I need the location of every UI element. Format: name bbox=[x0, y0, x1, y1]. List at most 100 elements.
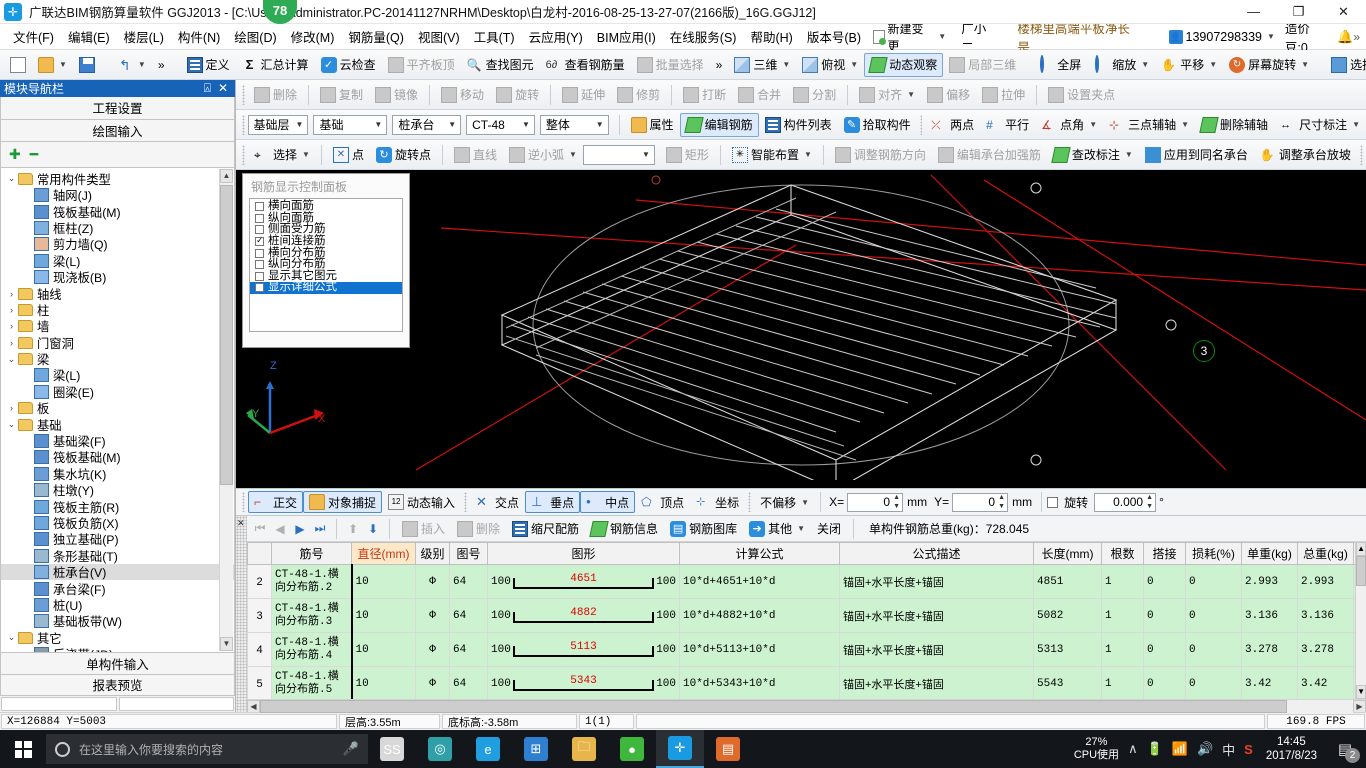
microphone-icon[interactable]: 🎤 bbox=[343, 741, 359, 757]
tree-expander-icon[interactable]: ⌄ bbox=[5, 419, 18, 430]
tree-item-圈梁E[interactable]: 圈梁(E) bbox=[1, 384, 234, 400]
th-formula-desc[interactable]: 公式描述 bbox=[839, 542, 1034, 565]
toolbar-grip[interactable] bbox=[464, 492, 468, 512]
tree-item-梁L[interactable]: 梁(L) bbox=[1, 253, 234, 269]
check-annotation-button[interactable]: 查改标注 ▼ bbox=[1047, 143, 1139, 167]
cell-lap[interactable]: 0 bbox=[1143, 632, 1186, 667]
cell-formula-desc[interactable]: 锚固+水平长度+锚固 bbox=[839, 564, 1034, 599]
cell-rebar-no[interactable]: CT-48-1.横向分布筋.3 bbox=[271, 598, 352, 633]
taskbar-app-store[interactable]: ⊞ bbox=[512, 730, 560, 768]
notification-center-button[interactable]: ▤ 2 bbox=[1330, 730, 1360, 768]
volume-icon[interactable]: 🔊 bbox=[1197, 741, 1213, 757]
tree-item-常用构件类型[interactable]: ⌄ 常用构件类型 bbox=[1, 171, 234, 187]
tree-item-筏板基础M[interactable]: 筏板基础(M) bbox=[1, 203, 234, 220]
perpendicular-snap-button[interactable]: ⊥ 垂点 bbox=[525, 491, 581, 513]
cell-total-weight[interactable]: 3.136 bbox=[1297, 598, 1354, 633]
define-button[interactable]: 定义 bbox=[181, 53, 236, 77]
tree-expander-icon[interactable]: › bbox=[5, 321, 18, 331]
checkbox-icon[interactable] bbox=[255, 248, 264, 258]
menu-view[interactable]: 视图(V) bbox=[411, 24, 467, 49]
ortho-button[interactable]: ⌐ 正交 bbox=[248, 491, 304, 513]
tree-item-轴线[interactable]: › 轴线 bbox=[1, 285, 234, 302]
cell-row-number[interactable]: 3 bbox=[247, 598, 272, 633]
taskbar-app-ggj[interactable]: ✛ bbox=[656, 730, 704, 768]
undo-button[interactable]: ↰ ▼ bbox=[111, 53, 152, 77]
two-point-button[interactable]: ⤫ 两点 bbox=[925, 113, 980, 137]
cell-rebar-no[interactable]: CT-48-1.横向分布筋.2 bbox=[271, 564, 352, 599]
taskbar-app-notepad[interactable]: ▤ bbox=[704, 730, 752, 768]
edit-cap-rebar-button[interactable]: 编辑承台加强筋 bbox=[932, 143, 1047, 167]
coordinate-snap-button[interactable]: ⊹ 坐标 bbox=[690, 491, 745, 513]
tree-item-桩U[interactable]: 桩(U) bbox=[1, 597, 234, 613]
cell-rebar-no[interactable]: CT-48-1.横向分布筋.4 bbox=[271, 632, 352, 667]
rebar-option-5[interactable]: 纵向分布筋 bbox=[250, 259, 402, 271]
menu-floor[interactable]: 楼层(L) bbox=[117, 24, 171, 49]
tray-expand-icon[interactable]: ∧ bbox=[1128, 741, 1138, 757]
tree-item-其它[interactable]: ⌄ 其它 bbox=[1, 630, 234, 646]
tree-expander-icon[interactable]: › bbox=[5, 403, 18, 413]
tree-item-筏板负筋X[interactable]: 筏板负筋(X) bbox=[1, 515, 234, 531]
panel-grip[interactable]: ✕ bbox=[236, 516, 247, 712]
offset-mode-select[interactable]: 不偏移 ▼ bbox=[754, 491, 815, 513]
th-shape[interactable]: 图形 bbox=[487, 542, 680, 565]
summary-calc-button[interactable]: Σ 汇总计算 bbox=[236, 53, 315, 77]
stretch-button[interactable]: 拉伸 bbox=[976, 83, 1031, 107]
delete-button[interactable]: 删除 bbox=[248, 83, 303, 107]
cell-lap[interactable]: 0 bbox=[1143, 564, 1186, 599]
vertex-snap-button[interactable]: ⬠ 顶点 bbox=[635, 491, 690, 513]
th-formula[interactable]: 计算公式 bbox=[679, 542, 840, 565]
th-blank[interactable] bbox=[247, 542, 272, 565]
select-tool-button[interactable]: ⌖ 选择 ▼ bbox=[248, 143, 316, 167]
viewport-3d[interactable]: 3 A 4 Z Y X 钢筋显示控制面板 横向面筋纵向 bbox=[236, 170, 1366, 488]
tree-expander-icon[interactable]: ⌄ bbox=[5, 173, 18, 184]
toolbar-grip[interactable] bbox=[242, 492, 245, 512]
table-vertical-scrollbar[interactable]: ▲ ▼ bbox=[1355, 542, 1366, 699]
th-diameter[interactable]: 直径(mm) bbox=[351, 542, 416, 565]
taskbar-app-explorer[interactable]: 🗀 bbox=[560, 730, 608, 768]
battery-icon[interactable]: 🔋 bbox=[1147, 741, 1163, 757]
cell-shape[interactable]: 100 4882 100 bbox=[487, 598, 680, 633]
nav-next-button[interactable]: ▶ bbox=[291, 522, 309, 536]
tree-expander-icon[interactable]: ⌄ bbox=[5, 354, 18, 365]
parallel-button[interactable]: # 平行 bbox=[980, 113, 1035, 137]
menu-overflow-icon[interactable]: » bbox=[1353, 30, 1360, 44]
cell-total-weight[interactable]: 2.993 bbox=[1297, 564, 1354, 599]
sogou-ime-icon[interactable]: S bbox=[1244, 742, 1253, 757]
cell-loss[interactable]: 0 bbox=[1185, 598, 1242, 633]
tree-item-墙[interactable]: › 墙 bbox=[1, 318, 234, 334]
toolbar-grip[interactable] bbox=[242, 84, 245, 105]
cell-length[interactable]: 5543 bbox=[1033, 666, 1102, 699]
break-button[interactable]: 打断 bbox=[677, 83, 732, 107]
checkbox-icon[interactable] bbox=[255, 235, 264, 247]
tree-item-集水坑K[interactable]: 集水坑(K) bbox=[1, 466, 234, 482]
menu-rebar-qty[interactable]: 钢筋量(Q) bbox=[341, 24, 411, 49]
rebar-option-7[interactable]: 显示详细公式 bbox=[250, 282, 402, 294]
adjust-rebar-dir-button[interactable]: 调整钢筋方向 bbox=[829, 143, 932, 167]
nav-draw-input-button[interactable]: 绘图输入 bbox=[0, 119, 235, 143]
hscroll-thumb[interactable] bbox=[260, 699, 1288, 713]
toolbar-grip[interactable] bbox=[919, 114, 923, 135]
cell-shape[interactable]: 100 4651 100 bbox=[487, 564, 680, 599]
th-length[interactable]: 长度(mm) bbox=[1033, 542, 1102, 565]
tree-item-桩承台V[interactable]: 桩承台(V) bbox=[1, 563, 234, 581]
tree-item-梁L[interactable]: 梁(L) bbox=[1, 367, 234, 383]
cell-loss[interactable]: 0 bbox=[1185, 564, 1242, 599]
new-file-button[interactable] bbox=[4, 53, 32, 77]
cell-unit-weight[interactable]: 3.42 bbox=[1241, 666, 1298, 699]
dynamic-orbit-button[interactable]: 动态观察 bbox=[864, 52, 944, 77]
cell-grade[interactable]: Φ bbox=[415, 598, 450, 633]
taskbar-app-edge[interactable]: e bbox=[464, 730, 512, 768]
maximize-button[interactable]: ❐ bbox=[1276, 0, 1321, 24]
view-3d-button[interactable]: 三维 ▼ bbox=[728, 53, 796, 77]
component-list-button[interactable]: 构件列表 bbox=[759, 113, 838, 137]
rotate-button[interactable]: 旋转 bbox=[490, 83, 545, 107]
taskbar-search[interactable]: 在这里输入你要搜索的内容 🎤 bbox=[46, 734, 368, 764]
tree-item-独立基础P[interactable]: 独立基础(P) bbox=[1, 531, 234, 547]
th-total-weight[interactable]: 总重(kg) bbox=[1297, 542, 1354, 565]
tree-item-现浇板B[interactable]: 现浇板(B) bbox=[1, 269, 234, 285]
menu-file[interactable]: 文件(F) bbox=[6, 24, 61, 49]
cell-pic-no[interactable]: 64 bbox=[449, 666, 488, 699]
table-row[interactable]: 5 CT-48-1.横向分布筋.5 10 Φ 64 100 5343 100 10*d+5343… bbox=[247, 666, 1356, 699]
insert-row-button[interactable]: 插入 bbox=[397, 518, 450, 540]
delete-axis-button[interactable]: 删除辅轴 bbox=[1195, 113, 1274, 137]
